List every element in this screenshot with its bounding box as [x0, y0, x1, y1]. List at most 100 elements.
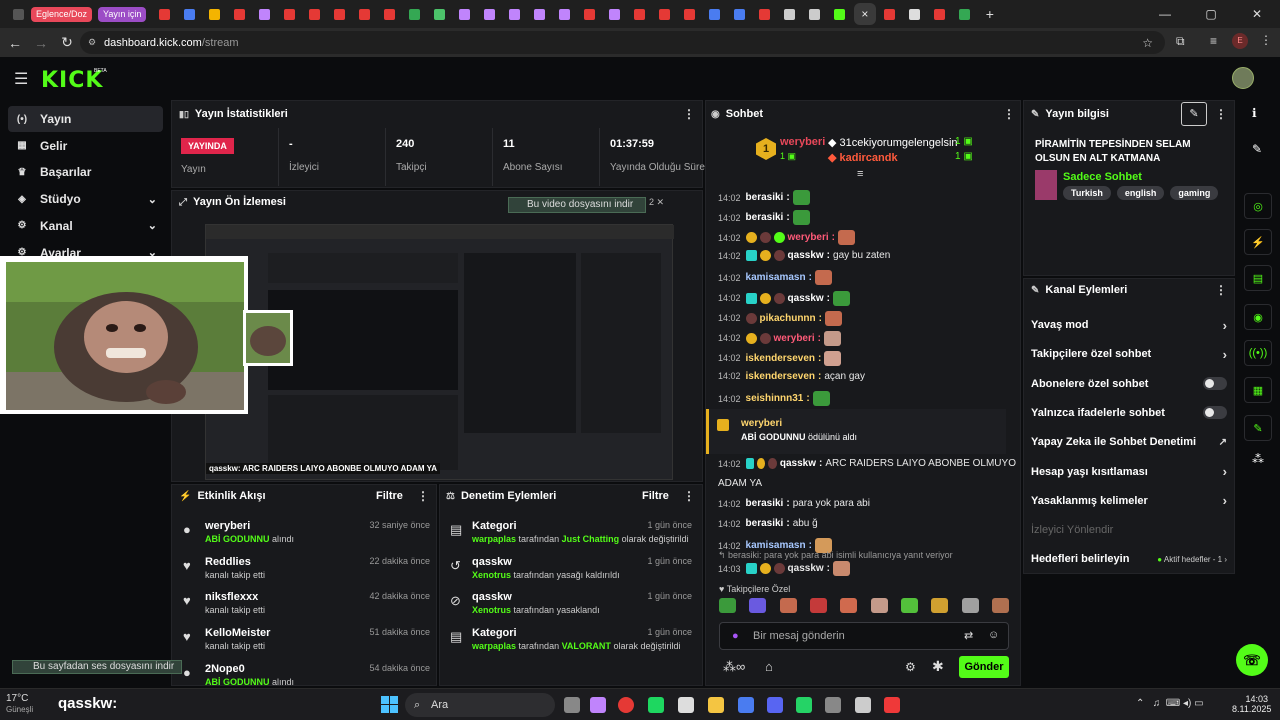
- emoji-icon[interactable]: ☺: [988, 629, 999, 641]
- loop-icon[interactable]: ⁂∞: [723, 659, 745, 675]
- window-close-button[interactable]: ✕: [1234, 0, 1280, 28]
- emote-icon[interactable]: [961, 598, 979, 613]
- action-row[interactable]: Yavaş mod ›: [1031, 314, 1227, 336]
- chat-last-user[interactable]: qasskw: [788, 563, 824, 574]
- tag-pill[interactable]: gaming: [1170, 186, 1219, 200]
- chat-settings-icon[interactable]: ⚙: [905, 660, 916, 674]
- browser-tab[interactable]: [727, 3, 752, 25]
- browser-tab[interactable]: [702, 3, 727, 25]
- new-tab-button[interactable]: +: [977, 3, 1002, 25]
- notes-icon[interactable]: [678, 697, 694, 713]
- translate-icon[interactable]: ⇄: [964, 629, 973, 642]
- action-row[interactable]: Abonelere özel sohbet: [1031, 373, 1227, 395]
- files-icon[interactable]: [564, 697, 580, 713]
- browser-tab[interactable]: [577, 3, 602, 25]
- browser-tab[interactable]: [877, 3, 902, 25]
- chat-input[interactable]: ● Bir mesaj gönderin ⇄ ☺: [719, 622, 1009, 650]
- action-row[interactable]: Yasaklanmış kelimeler ›: [1031, 490, 1227, 512]
- windows-start-icon[interactable]: [381, 696, 398, 713]
- chat-username[interactable]: iskenderseven: [746, 353, 816, 364]
- browser-tab[interactable]: [827, 3, 852, 25]
- emote-icon[interactable]: [991, 598, 1009, 613]
- info-menu-icon[interactable]: ⋮: [1215, 107, 1227, 121]
- site-info-icon[interactable]: ⚙: [88, 37, 96, 48]
- browser-tab[interactable]: [627, 3, 652, 25]
- emote-icon[interactable]: [840, 598, 858, 613]
- info-icon[interactable]: ℹ: [1252, 106, 1257, 120]
- emote-icon[interactable]: [779, 598, 797, 613]
- folder-icon[interactable]: [708, 697, 724, 713]
- browser-tab[interactable]: [352, 3, 377, 25]
- wrench-icon[interactable]: ✎: [1244, 415, 1272, 441]
- back-icon[interactable]: ←: [2, 35, 28, 51]
- browser-tab[interactable]: [502, 3, 527, 25]
- spotify-icon[interactable]: [648, 697, 664, 713]
- browser-tab[interactable]: [602, 3, 627, 25]
- media-icon[interactable]: ≡: [1210, 34, 1217, 48]
- sidebar-item-3[interactable]: ◈ Stüdyo ⌄: [8, 186, 163, 212]
- stats-menu-icon[interactable]: ⋮: [683, 107, 695, 121]
- browser-tab[interactable]: [952, 3, 977, 25]
- feed-filter-button[interactable]: Filtre: [376, 490, 403, 502]
- download-audio-button[interactable]: Bu sayfadan ses dosyasını indir: [12, 660, 182, 674]
- browser-tab[interactable]: [552, 3, 577, 25]
- chat-username[interactable]: seishinnn31: [746, 393, 804, 404]
- reload-icon[interactable]: ↻: [54, 34, 80, 51]
- chat-username[interactable]: kamisamasn: [746, 272, 806, 283]
- microphone-icon[interactable]: ●: [732, 630, 739, 642]
- broadcast-icon[interactable]: ((•)): [1244, 340, 1272, 366]
- browser-tab[interactable]: [527, 3, 552, 25]
- emote-icon[interactable]: [719, 598, 736, 613]
- action-row[interactable]: Yalnızca ifadelerle sohbet: [1031, 402, 1227, 424]
- user-avatar[interactable]: [1232, 67, 1254, 89]
- browser-tab[interactable]: [377, 3, 402, 25]
- chat-username[interactable]: berasiki: [746, 192, 784, 203]
- browser-tab[interactable]: [252, 3, 277, 25]
- sidebar-item-0[interactable]: (•) Yayın: [8, 106, 163, 132]
- chat-username[interactable]: qasskw: [788, 250, 824, 261]
- action-row[interactable]: Hedefleri belirleyin ● Aktif hedefler - 1…: [1031, 548, 1227, 570]
- clock[interactable]: 14:03 8.11.2025: [1232, 694, 1271, 714]
- browser-tab[interactable]: [327, 3, 352, 25]
- actions-menu-icon[interactable]: ⋮: [1215, 283, 1227, 297]
- browser-tab[interactable]: [177, 3, 202, 25]
- weather-widget[interactable]: 17°C Güneşli: [6, 693, 33, 715]
- category-name[interactable]: Sadece Sohbet: [1063, 171, 1142, 183]
- browser-tab[interactable]: [477, 3, 502, 25]
- feed-menu-icon[interactable]: ⋮: [417, 489, 429, 503]
- action-row[interactable]: Hesap yaşı kısıtlaması ›: [1031, 461, 1227, 483]
- chat-username[interactable]: qasskw: [788, 293, 824, 304]
- emote-icon[interactable]: [900, 598, 918, 613]
- moderation-item[interactable]: ▤ Kategori warpaplas tarafından VALORANT o…: [450, 627, 692, 657]
- emote-icon[interactable]: [749, 598, 767, 613]
- bolt-icon[interactable]: ⚡: [1244, 229, 1272, 255]
- list-icon[interactable]: ▤: [1244, 265, 1272, 291]
- image-overlay[interactable]: [0, 256, 248, 414]
- taskbar-search[interactable]: ⌕ Ara: [405, 693, 555, 717]
- whatsapp-icon[interactable]: [796, 697, 812, 713]
- emote-icon[interactable]: [809, 598, 827, 613]
- profile-avatar[interactable]: E: [1232, 33, 1248, 49]
- chat-username[interactable]: berasiki: [746, 518, 784, 529]
- bookmark-star-icon[interactable]: ☆: [1142, 36, 1153, 50]
- toggle-switch[interactable]: [1203, 406, 1227, 420]
- edit-info-button[interactable]: ✎: [1181, 102, 1207, 126]
- moderation-item[interactable]: ↺ qasskw Xenotrus tarafından yasağı kaldır…: [450, 556, 692, 586]
- action-row[interactable]: Yapay Zeka ile Sohbet Denetimi ↗: [1031, 431, 1227, 453]
- tab-group-eglence[interactable]: Eglence/Doz: [31, 6, 93, 22]
- extensions-icon[interactable]: ⧉: [1176, 34, 1185, 49]
- browser-tab-active[interactable]: ×: [852, 3, 877, 25]
- action-row[interactable]: Takipçilere özel sohbet ›: [1031, 343, 1227, 365]
- browser-tab[interactable]: [152, 3, 177, 25]
- feed-item[interactable]: ♥ Reddlies kanalı takip etti 22 dakika önce: [183, 556, 430, 586]
- url-field[interactable]: ⚙ dashboard.kick.com/stream ☆: [80, 31, 1165, 54]
- browser-tab[interactable]: [452, 3, 477, 25]
- browser-tab[interactable]: [927, 3, 952, 25]
- hamburger-menu-icon[interactable]: ☰: [14, 69, 28, 89]
- chat-username[interactable]: iskenderseven: [746, 371, 816, 382]
- send-button[interactable]: Gönder: [959, 656, 1009, 678]
- emote-icon[interactable]: [931, 598, 949, 613]
- feed-item[interactable]: ♥ KelloMeister kanalı takip etti 51 dakika …: [183, 627, 430, 657]
- store-icon[interactable]: ⌂: [765, 659, 773, 674]
- moderation-item[interactable]: ▤ Kategori warpaplas tarafından Just Chatt…: [450, 520, 692, 550]
